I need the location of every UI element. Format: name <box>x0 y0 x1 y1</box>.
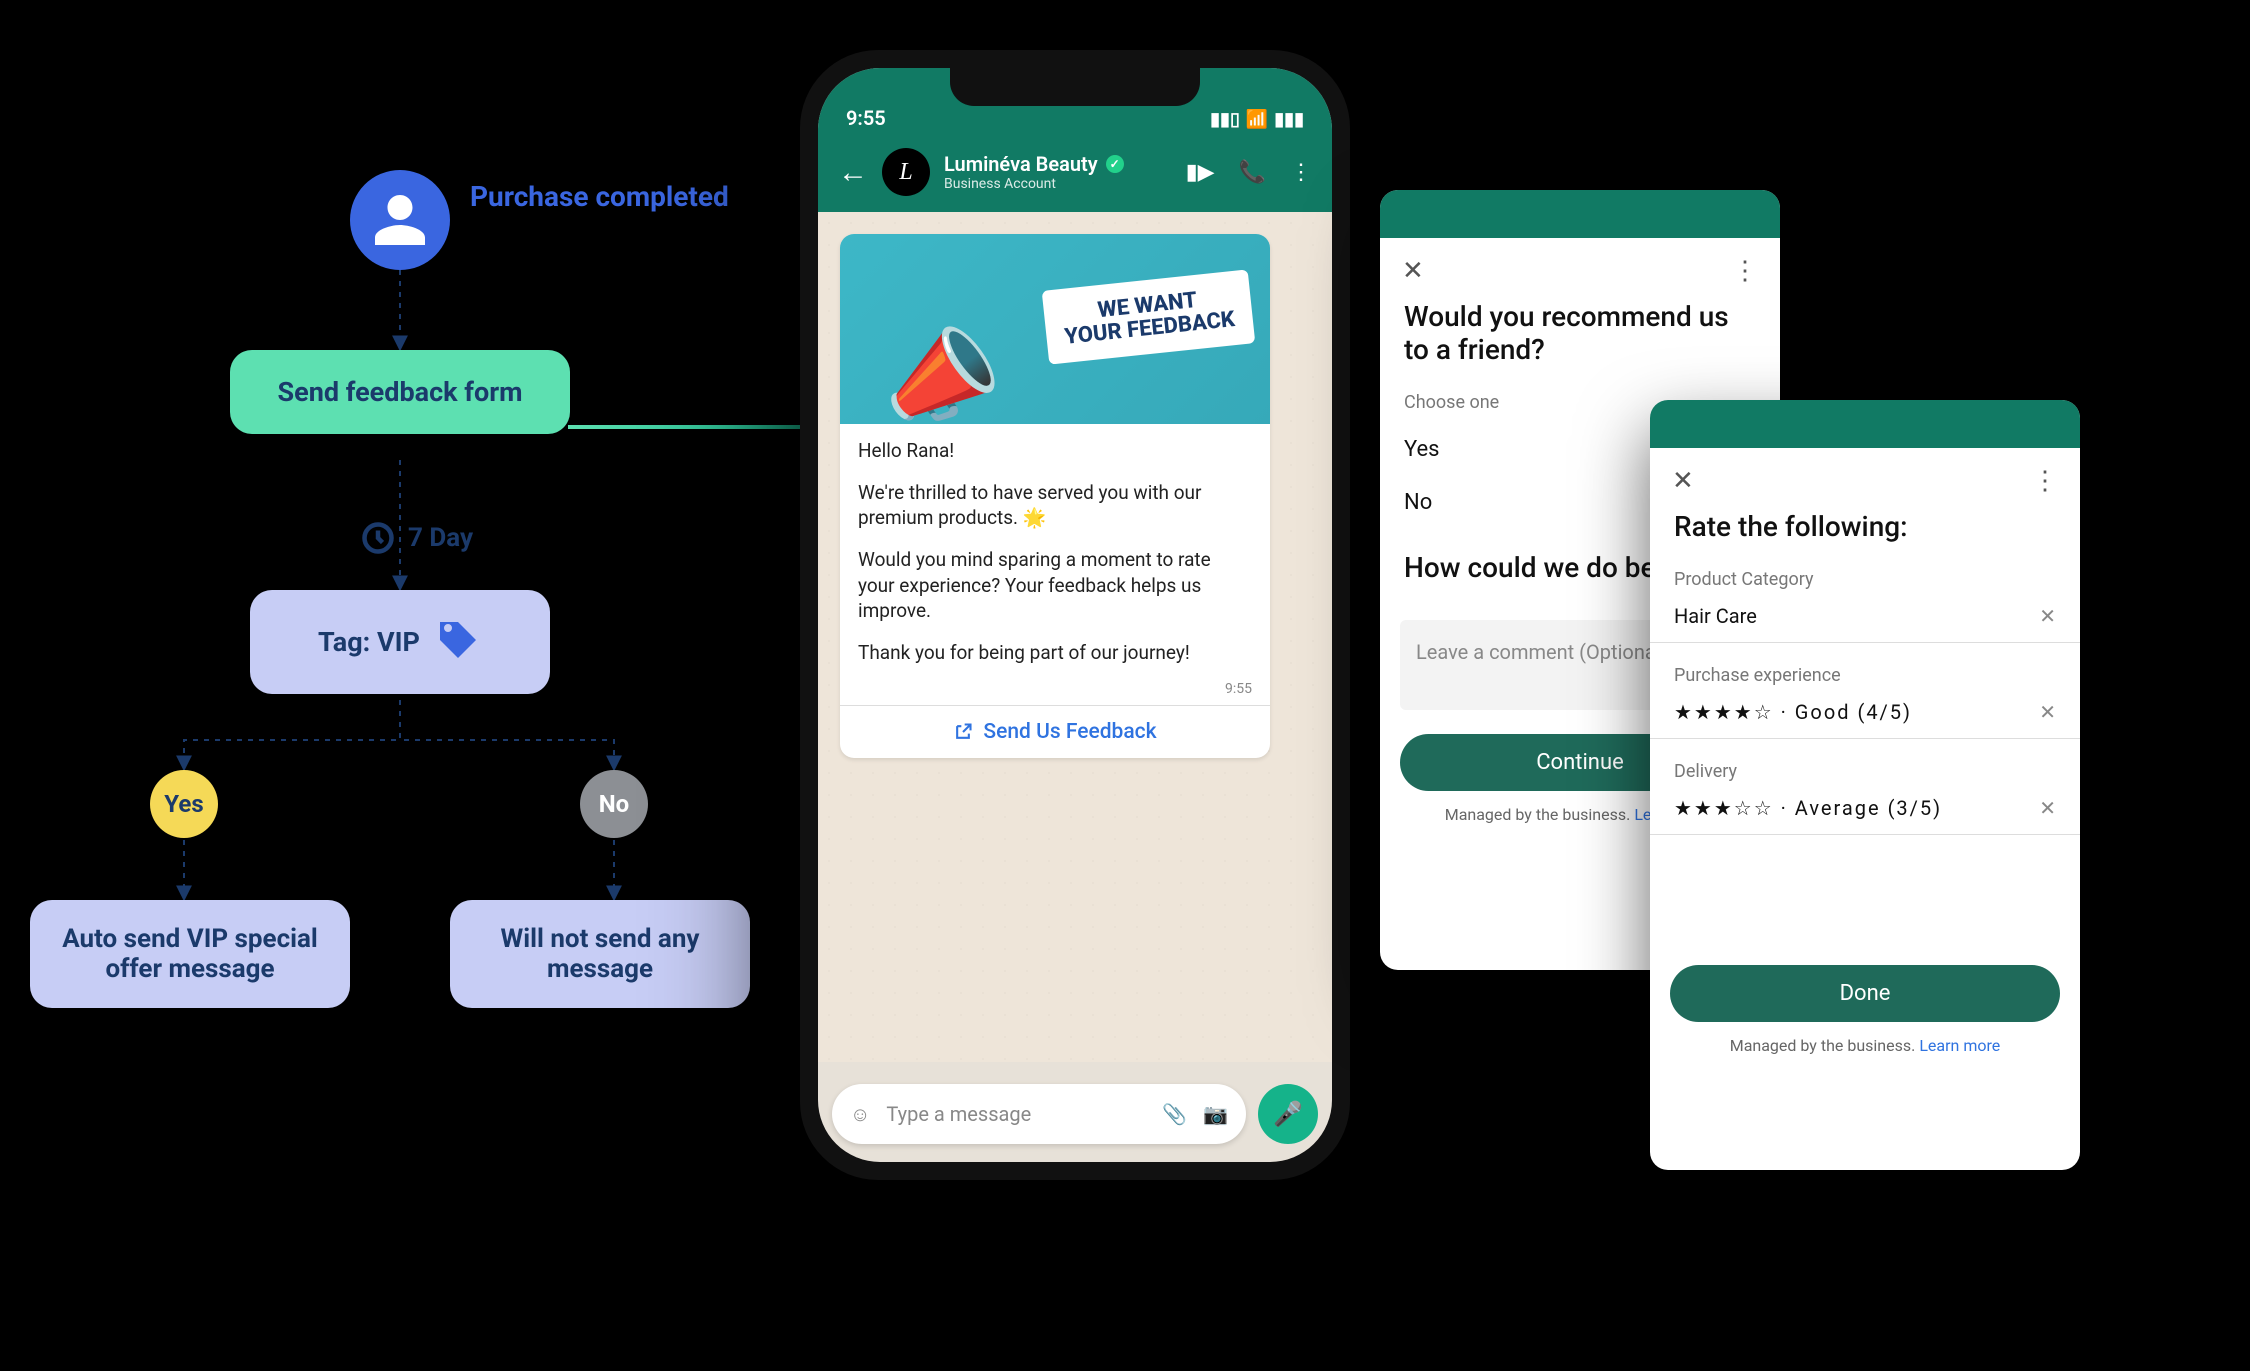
leaf-no-send[interactable]: Will not send any message <box>450 900 750 1008</box>
more-icon[interactable]: ⋮ <box>1290 160 1312 185</box>
delivery-value: ★★★☆☆ · Average (3/5) <box>1674 796 1942 820</box>
connector-flow-to-phone <box>568 425 818 429</box>
branch-yes[interactable]: Yes <box>150 770 218 838</box>
signal-icon: ▮▮▯ <box>1210 109 1240 130</box>
more-icon[interactable]: ⋮ <box>2032 466 2058 496</box>
panel1-title: Would you recommend us to a friend? <box>1380 296 1780 386</box>
delivery-label: Delivery <box>1650 755 2080 792</box>
business-name[interactable]: Luminéva Beauty <box>944 152 1098 176</box>
tag-label: Tag: VIP <box>318 626 420 658</box>
clear-icon[interactable]: ✕ <box>2039 700 2056 724</box>
trigger-label: Purchase completed <box>470 180 729 213</box>
message-input[interactable]: ☺ Type a message 📎 📷 <box>832 1084 1246 1144</box>
experience-label: Purchase experience <box>1650 659 2080 696</box>
close-icon[interactable]: ✕ <box>1672 466 1694 496</box>
send-feedback-button[interactable]: Send Us Feedback <box>840 705 1270 750</box>
status-time: 9:55 <box>846 106 886 130</box>
category-row[interactable]: Hair Care ✕ <box>1650 600 2080 643</box>
leaf-auto-send-vip[interactable]: Auto send VIP special offer message <box>30 900 350 1008</box>
step-send-feedback[interactable]: Send feedback form <box>230 350 570 434</box>
close-icon[interactable]: ✕ <box>1402 256 1424 286</box>
voice-call-icon[interactable]: 📞 <box>1239 160 1266 185</box>
phone-notch <box>950 68 1200 106</box>
delay-label: 7 Day <box>408 523 473 553</box>
message-placeholder: Type a message <box>886 1102 1146 1126</box>
feedback-image: 📣 WE WANT YOUR FEEDBACK <box>840 234 1270 424</box>
panel2-footer: Managed by the business. Learn more <box>1650 1036 2080 1075</box>
more-icon[interactable]: ⋮ <box>1732 256 1758 286</box>
video-call-icon[interactable]: ▮▶ <box>1186 160 1215 185</box>
clear-icon[interactable]: ✕ <box>2039 796 2056 820</box>
business-avatar[interactable]: L <box>882 148 930 196</box>
delivery-row[interactable]: ★★★☆☆ · Average (3/5) ✕ <box>1650 792 2080 835</box>
camera-icon[interactable]: 📷 <box>1203 1102 1228 1126</box>
message-bubble: 📣 WE WANT YOUR FEEDBACK Hello Rana! We'r… <box>840 234 1270 758</box>
megaphone-icon: 📣 <box>868 309 1011 424</box>
category-label: Product Category <box>1650 563 2080 600</box>
cta-label: Send Us Feedback <box>983 720 1156 744</box>
account-type: Business Account <box>944 176 1124 192</box>
msg-greeting: Hello Rana! <box>858 438 1252 464</box>
step-tag-vip[interactable]: Tag: VIP <box>250 590 550 694</box>
chat-input-bar: ☺ Type a message 📎 📷 🎤 <box>832 1084 1318 1144</box>
msg-line-1: We're thrilled to have served you with o… <box>858 480 1252 531</box>
wifi-icon: 📶 <box>1246 109 1268 130</box>
phone-mockup: 9:55 ▮▮▯ 📶 ▮▮▮ ← L Luminéva Beauty ✓ Bus… <box>800 50 1350 1180</box>
experience-row[interactable]: ★★★★☆ · Good (4/5) ✕ <box>1650 696 2080 739</box>
msg-timestamp: 9:55 <box>858 681 1252 697</box>
panel2-title: Rate the following: <box>1650 506 2080 563</box>
step-delay: 7 Day <box>360 520 473 556</box>
open-icon <box>953 722 973 742</box>
msg-line-2: Would you mind sparing a moment to rate … <box>858 547 1252 624</box>
trigger-avatar-icon <box>350 170 450 270</box>
rating-panel: ✕ ⋮ Rate the following: Product Category… <box>1650 400 2080 1170</box>
clear-icon[interactable]: ✕ <box>2039 604 2056 628</box>
chat-header: ← L Luminéva Beauty ✓ Business Account ▮… <box>818 138 1332 212</box>
attach-icon[interactable]: 📎 <box>1162 1102 1187 1126</box>
battery-icon: ▮▮▮ <box>1274 109 1304 130</box>
verified-icon: ✓ <box>1106 155 1124 173</box>
experience-value: ★★★★☆ · Good (4/5) <box>1674 700 1912 724</box>
learn-more-link[interactable]: Learn more <box>1919 1036 2000 1055</box>
back-icon[interactable]: ← <box>838 155 868 190</box>
branch-no[interactable]: No <box>580 770 648 838</box>
done-button[interactable]: Done <box>1670 965 2060 1022</box>
chat-body: 📣 WE WANT YOUR FEEDBACK Hello Rana! We'r… <box>818 212 1332 1062</box>
tag-icon <box>434 618 482 666</box>
emoji-icon[interactable]: ☺ <box>850 1102 870 1127</box>
mic-button[interactable]: 🎤 <box>1258 1084 1318 1144</box>
category-value: Hair Care <box>1674 604 1757 628</box>
msg-line-3: Thank you for being part of our journey! <box>858 640 1252 666</box>
